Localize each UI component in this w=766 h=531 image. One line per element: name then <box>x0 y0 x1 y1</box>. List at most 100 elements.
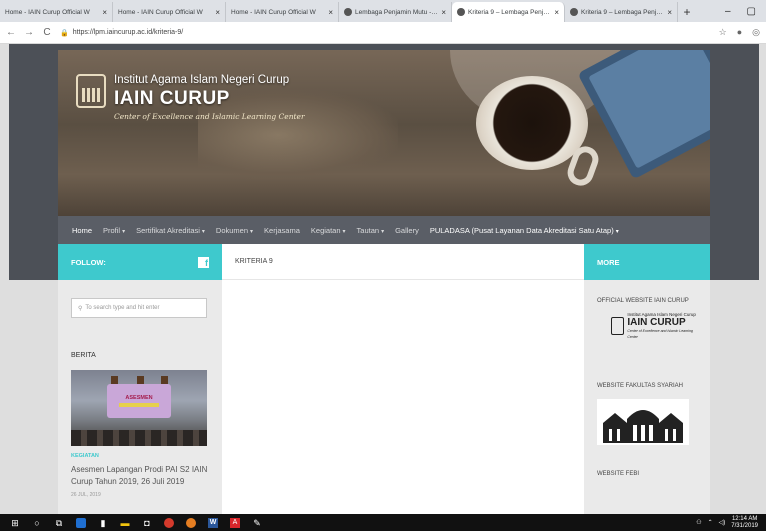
browser-tab-active[interactable]: Kriteria 9 – Lembaga Penjamin × <box>452 2 565 22</box>
official-website-heading: OFFICIAL WEBSITE IAIN CURUP <box>597 298 689 304</box>
url-field[interactable]: 🔒 https://lpm.iaincurup.ac.id/kriteria-9… <box>60 29 711 37</box>
profile-icon[interactable]: ◎ <box>752 27 760 38</box>
page-title: KRITERIA 9 <box>222 244 584 280</box>
syariah-website-heading: WEBSITE FAKULTAS SYARIAH <box>597 383 684 389</box>
tab-title: Kriteria 9 – Lembaga Penjamin <box>581 8 665 16</box>
firefox-icon[interactable] <box>186 517 196 528</box>
coffee-cup-image <box>476 76 588 170</box>
close-tab-icon[interactable]: × <box>554 8 559 17</box>
section-bars: FOLLOW: f KRITERIA 9 MORE <box>58 244 710 280</box>
extension-icon[interactable]: ● <box>737 27 742 38</box>
news-thumbnail[interactable]: ASESMEN <box>71 370 207 446</box>
chevron-down-icon: ▾ <box>250 228 254 235</box>
pdf-icon[interactable]: A <box>230 517 240 528</box>
browser-tab[interactable]: Home - IAIN Curup Official W × <box>56 2 339 46</box>
reload-icon[interactable]: C <box>42 27 52 38</box>
nav-item-dokumen[interactable]: Dokumen ▾ <box>216 226 253 235</box>
search-icon: ⚲ <box>78 305 83 312</box>
tab-title: Home - IAIN Curup Official W <box>231 8 316 16</box>
chevron-down-icon: ▾ <box>381 228 385 235</box>
institution-name: Institut Agama Islam Negeri Curup <box>114 74 290 86</box>
forward-arrow-icon[interactable]: → <box>24 27 34 38</box>
clock[interactable]: 12:14 AM 7/31/2019 <box>731 516 758 530</box>
syariah-building-link[interactable] <box>597 399 689 445</box>
minimize-icon[interactable]: – <box>725 2 731 22</box>
network-icon[interactable]: ⌃ <box>708 519 713 526</box>
close-tab-icon[interactable]: × <box>215 8 220 17</box>
people-icon[interactable]: ⚇ <box>696 519 701 526</box>
tab-title: Lembaga Penjamin Mutu - LP <box>355 8 439 16</box>
address-bar: ← → C 🔒 https://lpm.iaincurup.ac.id/krit… <box>0 22 766 44</box>
paint-icon[interactable]: ✎ <box>252 518 262 528</box>
chevron-down-icon: ▾ <box>342 228 346 235</box>
nav-item-kegiatan[interactable]: Kegiatan ▾ <box>311 226 346 235</box>
nav-item-kerjasama[interactable]: Kerjasama <box>264 226 300 235</box>
more-bar: MORE <box>584 244 710 280</box>
edge-icon[interactable] <box>76 517 86 528</box>
post-category[interactable]: KEGIATAN <box>71 453 209 459</box>
task-view-icon[interactable]: ⧉ <box>54 518 64 528</box>
post-date: 26 JUL, 2019 <box>71 492 101 498</box>
browser-tab[interactable]: Home - IAIN Curup Official W × <box>0 2 113 46</box>
nav-item-puladasa[interactable]: PULADASA (Pusat Layanan Data Akreditasi … <box>430 226 619 235</box>
windows-start-icon[interactable]: ⊞ <box>10 518 20 528</box>
site-tagline: Center of Excellence and Islamic Learnin… <box>114 112 305 121</box>
close-tab-icon[interactable]: × <box>328 8 333 17</box>
nav-item-home[interactable]: Home <box>72 226 92 235</box>
nav-item-profil[interactable]: Profil ▾ <box>103 226 125 235</box>
left-sidebar: ⚲ To search type and hit enter BERITA AS… <box>58 280 222 514</box>
chevron-down-icon: ▾ <box>122 228 126 235</box>
audience-image <box>71 430 207 446</box>
content-area: ⚲ To search type and hit enter BERITA AS… <box>58 280 710 514</box>
post-title-link[interactable]: Asesmen Lapangan Prodi PAI S2 IAIN Curup… <box>71 464 209 488</box>
building-icon <box>597 399 689 445</box>
berita-heading: BERITA <box>71 352 96 359</box>
star-icon[interactable]: ☆ <box>719 27 727 38</box>
febi-website-heading: WEBSITE FEBI <box>597 471 640 477</box>
globe-icon <box>570 8 578 16</box>
search-icon[interactable]: ○ <box>32 518 42 528</box>
tab-title: Home - IAIN Curup Official W <box>118 8 203 16</box>
url-text: https://lpm.iaincurup.ac.id/kriteria-9/ <box>72 29 184 36</box>
web-page: Institut Agama Islam Negeri Curup IAIN C… <box>0 44 766 514</box>
site-header: Institut Agama Islam Negeri Curup IAIN C… <box>58 50 710 216</box>
browser-tab[interactable]: Kriteria 9 – Lembaga Penjamin × <box>565 2 678 22</box>
volume-icon[interactable]: ◁) <box>719 519 726 526</box>
browser-tab[interactable]: Lembaga Penjamin Mutu - LP × <box>339 2 452 22</box>
logo-line-3: Center of Excellence and Islamic Learnin… <box>627 329 693 339</box>
follow-label: FOLLOW: <box>71 257 106 267</box>
globe-icon <box>457 8 465 16</box>
banner-text: ASESMEN <box>125 395 153 401</box>
chevron-down-icon: ▾ <box>201 228 205 235</box>
clock-date: 7/31/2019 <box>731 522 758 529</box>
store-icon[interactable]: ◘ <box>142 518 152 528</box>
site-title[interactable]: IAIN CURUP <box>114 88 230 110</box>
word-icon[interactable]: W <box>208 517 218 528</box>
browser-tab-bar: Home - IAIN Curup Official W × Home - IAI… <box>0 0 766 46</box>
chrome-icon[interactable] <box>164 517 174 528</box>
browser-tab[interactable]: Home - IAIN Curup Official W × <box>56 2 226 46</box>
close-tab-icon[interactable]: × <box>102 8 107 17</box>
follow-bar: FOLLOW: f <box>58 244 222 280</box>
back-arrow-icon[interactable]: ← <box>6 27 16 38</box>
file-explorer-icon[interactable]: ▬ <box>120 518 130 528</box>
search-input[interactable]: ⚲ To search type and hit enter <box>71 298 207 318</box>
close-tab-icon[interactable]: × <box>441 8 446 17</box>
search-placeholder: To search type and hit enter <box>85 305 160 311</box>
nav-item-sertifikat[interactable]: Sertifikat Akreditasi ▾ <box>136 226 205 235</box>
iain-logo-icon[interactable] <box>76 74 106 108</box>
window-controls: – ▢ <box>725 2 766 22</box>
nav-item-tautan[interactable]: Tautan ▾ <box>357 226 385 235</box>
close-tab-icon[interactable]: × <box>667 8 672 17</box>
os-taskbar: ⊞ ○ ⧉ ▮ ▬ ◘ W A ✎ ⚇ ⌃ ◁) 12:14 AM 7/31/2… <box>0 514 766 531</box>
facebook-icon[interactable]: f <box>198 256 209 268</box>
tab-title: Home - IAIN Curup Official W <box>5 8 90 16</box>
new-tab-button[interactable]: + <box>678 2 696 22</box>
logo-line-2: IAIN CURUP <box>627 317 686 328</box>
iain-curup-website-link[interactable]: Institut Agama Islam Negeri Curup IAIN C… <box>597 312 700 340</box>
maximize-icon[interactable]: ▢ <box>747 2 756 22</box>
main-content <box>222 280 584 514</box>
file-icon[interactable]: ▮ <box>98 518 108 528</box>
nav-item-gallery[interactable]: Gallery <box>395 226 419 235</box>
system-tray: ⚇ ⌃ ◁) 12:14 AM 7/31/2019 <box>696 516 766 530</box>
